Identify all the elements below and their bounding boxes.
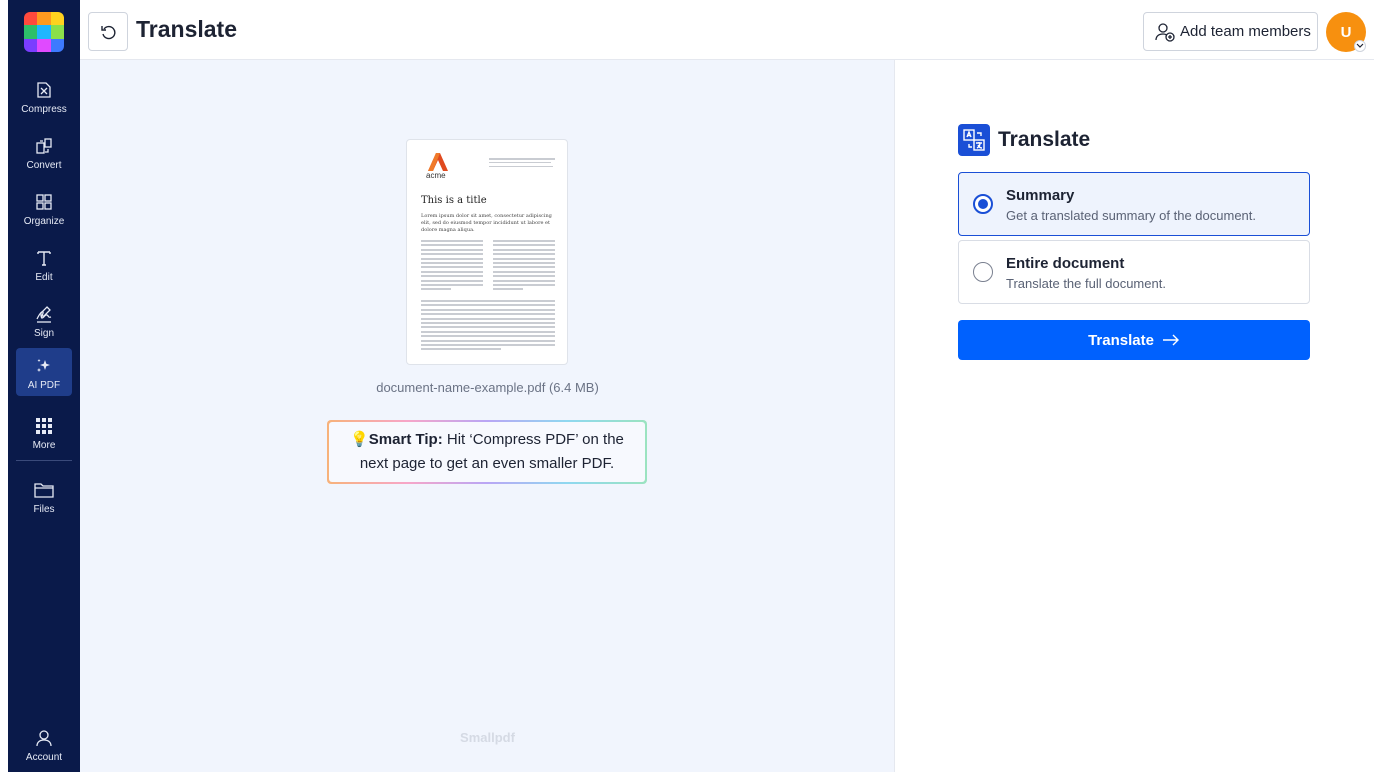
sidebar-item-organize[interactable]: Organize: [16, 184, 72, 232]
undo-icon: [101, 25, 116, 39]
compress-icon: [34, 80, 54, 100]
account-icon: [34, 728, 54, 748]
doc-intro: Lorem ipsum dolor sit amet, consectetur …: [421, 213, 552, 233]
option-title: Entire document: [1006, 255, 1125, 272]
app-frame: Compress Convert Organize Edit Sign AI P…: [8, 0, 1374, 772]
sidebar-item-label: AI PDF: [27, 380, 61, 391]
file-meta: document-name-example.pdf (6.4 MB): [80, 380, 895, 395]
add-user-icon: [1155, 22, 1175, 42]
brand-watermark: Smallpdf: [460, 730, 515, 745]
sidebar-item-edit[interactable]: Edit: [16, 240, 72, 288]
smart-tip: 💡Smart Tip: Hit ‘Compress PDF’ on the ne…: [327, 420, 647, 484]
option-summary[interactable]: Summary Get a translated summary of the …: [958, 172, 1310, 236]
sidebar-item-label: Compress: [21, 104, 67, 115]
add-team-members-label: Add team members: [1180, 23, 1311, 40]
file-size: (6.4 MB): [548, 380, 599, 395]
document-thumbnail[interactable]: acme This is a title Lorem ipsum dolor s…: [406, 139, 568, 365]
panel-title: Translate: [998, 128, 1091, 151]
page-title: Translate: [136, 16, 237, 42]
sidebar-item-label: Files: [33, 504, 55, 515]
convert-icon: [34, 136, 54, 156]
avatar-initial: U: [1340, 23, 1352, 41]
sidebar-item-label: Sign: [33, 328, 54, 339]
lightbulb-icon: 💡: [350, 431, 369, 448]
radio-entire-document[interactable]: [973, 262, 993, 282]
sidebar: Compress Convert Organize Edit Sign AI P…: [8, 0, 80, 772]
doc-header-lines: [489, 158, 555, 170]
sidebar-item-label: Organize: [23, 216, 65, 227]
sparkles-icon: [34, 356, 54, 376]
tip-label: Smart Tip:: [368, 431, 443, 448]
sidebar-item-label: Account: [25, 752, 63, 763]
sidebar-item-files[interactable]: Files: [16, 472, 72, 520]
option-description: Get a translated summary of the document…: [1006, 208, 1257, 223]
sidebar-item-label: More: [32, 440, 56, 451]
sidebar-item-sign[interactable]: Sign: [16, 296, 72, 344]
doc-paragraph: [421, 300, 555, 353]
chevron-down-icon[interactable]: [1354, 40, 1366, 52]
undo-button[interactable]: [88, 12, 128, 51]
translate-icon: [958, 124, 990, 156]
top-header: Translate Add team members U: [80, 0, 1374, 60]
sidebar-divider: [16, 460, 72, 461]
option-description: Translate the full document.: [1006, 276, 1166, 291]
add-team-members-button[interactable]: Add team members: [1143, 12, 1318, 51]
doc-column-right: [493, 240, 555, 293]
doc-column-left: [421, 240, 483, 293]
option-title: Summary: [1006, 187, 1075, 204]
sidebar-item-ai-pdf[interactable]: AI PDF: [16, 348, 72, 396]
acme-logo: [428, 153, 448, 171]
sidebar-item-compress[interactable]: Compress: [16, 72, 72, 120]
translate-button[interactable]: Translate: [958, 320, 1310, 360]
sidebar-item-convert[interactable]: Convert: [16, 128, 72, 176]
sidebar-item-account[interactable]: Account: [16, 720, 72, 768]
doc-title: This is a title: [421, 195, 487, 206]
sidebar-item-label: Edit: [35, 272, 53, 283]
doc-logo-text: acme: [426, 171, 446, 180]
sidebar-item-label: Convert: [26, 160, 62, 171]
sidebar-item-more[interactable]: More: [16, 408, 72, 456]
sign-icon: [34, 304, 54, 324]
radio-summary[interactable]: [973, 194, 993, 214]
app-logo[interactable]: [24, 12, 64, 52]
translate-button-label: Translate: [1088, 331, 1154, 349]
arrow-right-icon: [1162, 334, 1179, 346]
grid-icon: [34, 416, 54, 436]
option-entire-document[interactable]: Entire document Translate the full docum…: [958, 240, 1310, 304]
document-preview-pane: acme This is a title Lorem ipsum dolor s…: [80, 60, 895, 772]
organize-icon: [34, 192, 54, 212]
edit-text-icon: [34, 248, 54, 268]
folder-icon: [34, 480, 54, 500]
file-name: document-name-example.pdf: [376, 380, 546, 395]
